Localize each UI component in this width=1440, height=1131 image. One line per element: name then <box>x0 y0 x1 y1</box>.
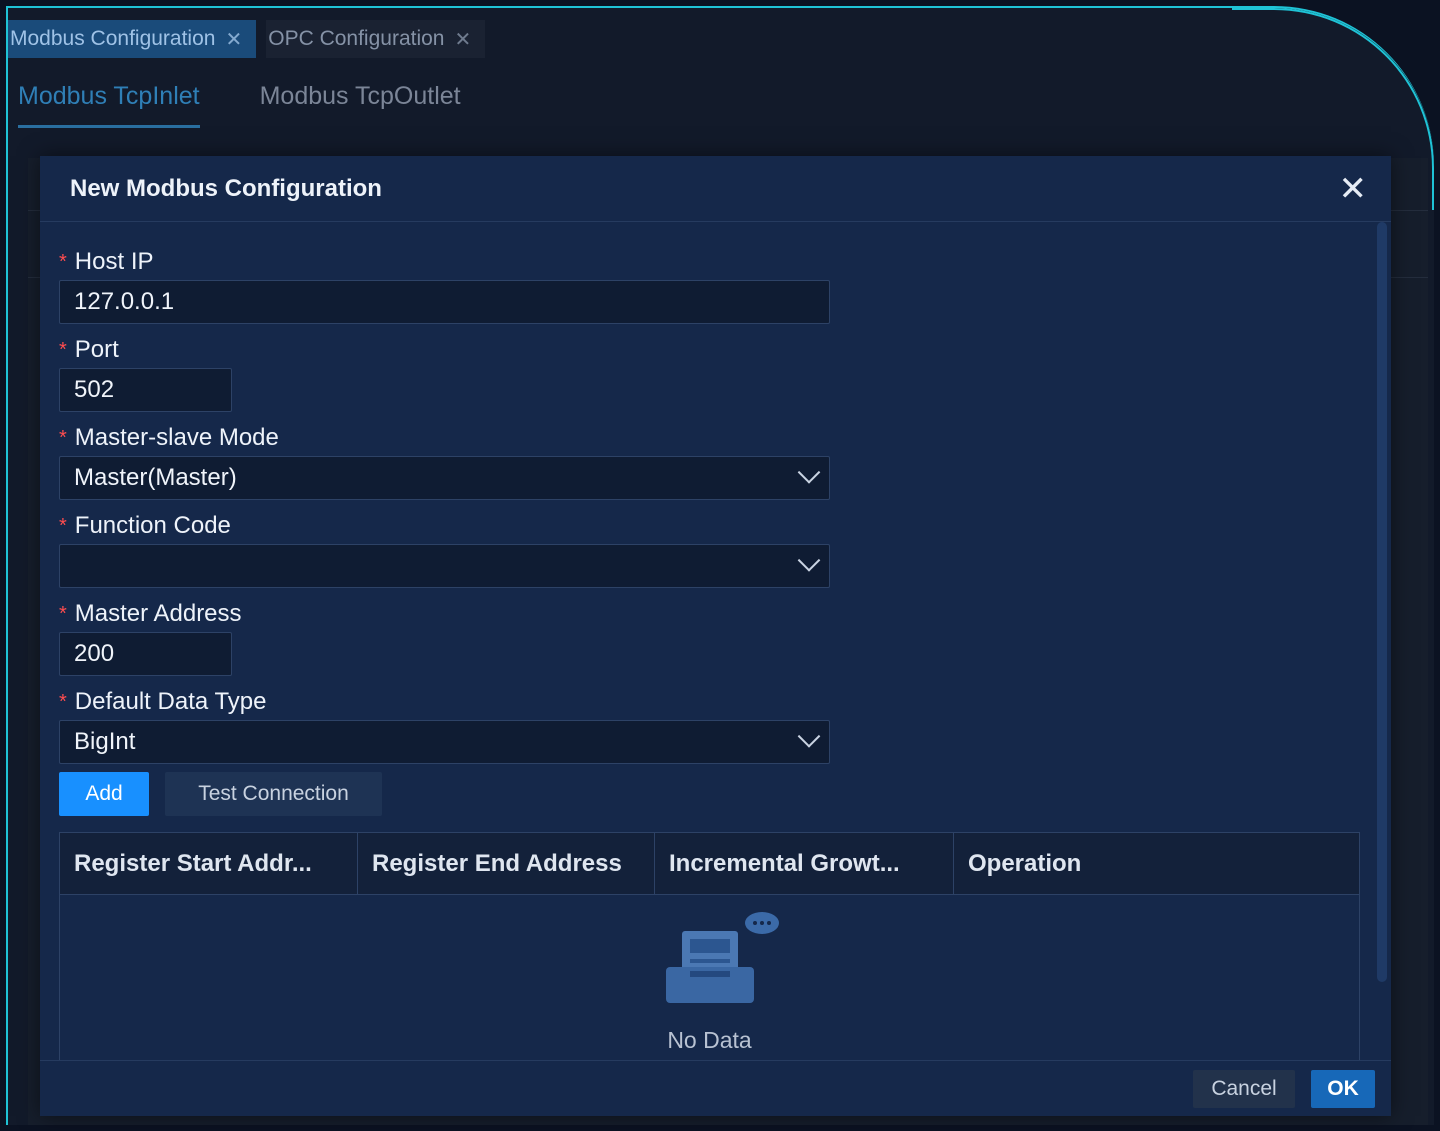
label-text: Master Address <box>74 600 242 627</box>
function-code-label: * Function Code <box>59 508 1361 544</box>
mode-label: * Master-slave Mode <box>59 420 1361 456</box>
port-label: * Port <box>59 332 1361 368</box>
host-ip-input[interactable]: 127.0.0.1 <box>59 280 830 324</box>
scrollbar[interactable] <box>1377 222 1387 982</box>
select-value: Master(Master) <box>74 464 237 491</box>
modal-title: New Modbus Configuration <box>70 174 382 202</box>
page-tab-bar: Modbus Configuration ✕ OPC Configuration… <box>8 20 486 60</box>
tab-tcp-inlet[interactable]: Modbus TcpInlet <box>18 82 200 128</box>
port-input[interactable]: 502 <box>59 368 232 412</box>
tab-label: Modbus Configuration <box>10 27 216 50</box>
empty-box-icon <box>666 912 779 1003</box>
data-type-label: * Default Data Type <box>59 684 1361 720</box>
ok-button[interactable]: OK <box>1311 1069 1375 1108</box>
select-value: BigInt <box>74 728 136 755</box>
label-text: Master-slave Mode <box>74 424 279 451</box>
label-text: Default Data Type <box>74 688 267 715</box>
tab-tcp-outlet[interactable]: Modbus TcpOutlet <box>260 82 461 128</box>
input-value: 127.0.0.1 <box>74 288 175 315</box>
column-header: Register Start Addr... <box>60 833 358 894</box>
required-mark: * <box>59 250 67 273</box>
input-value: 200 <box>74 640 115 667</box>
input-value: 502 <box>74 376 115 403</box>
label-text: Function Code <box>74 512 231 539</box>
function-code-select[interactable] <box>59 544 830 588</box>
mode-select[interactable]: Master(Master) <box>59 456 830 500</box>
chevron-down-icon <box>797 725 821 748</box>
tab-opc-configuration[interactable]: OPC Configuration ✕ <box>266 20 486 58</box>
master-address-input[interactable]: 200 <box>59 632 232 676</box>
test-connection-button[interactable]: Test Connection <box>165 772 382 816</box>
required-mark: * <box>59 514 67 537</box>
modal-header: New Modbus Configuration ✕ <box>40 156 1391 222</box>
label-text: Host IP <box>74 248 154 275</box>
modal-footer: Cancel OK <box>40 1060 1391 1116</box>
sub-tab-bar: Modbus TcpInlet Modbus TcpOutlet <box>18 82 461 128</box>
x-icon[interactable]: ✕ <box>225 27 242 52</box>
x-icon[interactable]: ✕ <box>455 27 472 52</box>
required-mark: * <box>59 426 67 449</box>
host-ip-label: * Host IP <box>59 244 1361 280</box>
modal-body: * Host IP 127.0.0.1 * Port 502 * Master-sla… <box>40 222 1391 1060</box>
empty-text: No Data <box>667 1027 752 1053</box>
table-header: Register Start Addr... Register End Addr… <box>60 833 1359 895</box>
tab-label: OPC Configuration <box>268 27 445 50</box>
required-mark: * <box>59 690 67 713</box>
required-mark: * <box>59 602 67 625</box>
add-button[interactable]: Add <box>59 772 149 816</box>
master-address-label: * Master Address <box>59 596 1361 632</box>
table-body: No Data <box>60 895 1359 1060</box>
required-mark: * <box>59 338 67 361</box>
tab-modbus-configuration[interactable]: Modbus Configuration ✕ <box>8 20 257 58</box>
register-table: Register Start Addr... Register End Addr… <box>59 832 1360 1060</box>
data-type-select[interactable]: BigInt <box>59 720 830 764</box>
column-header: Register End Address <box>358 833 655 894</box>
chevron-down-icon <box>797 549 821 572</box>
column-header: Incremental Growt... <box>655 833 954 894</box>
column-header: Operation <box>968 849 1082 877</box>
close-icon[interactable]: ✕ <box>1339 172 1368 206</box>
label-text: Port <box>74 336 119 363</box>
new-modbus-config-modal: New Modbus Configuration ✕ * Host IP 127.… <box>40 156 1391 1116</box>
cancel-button[interactable]: Cancel <box>1193 1069 1295 1108</box>
action-buttons: Add Test Connection <box>59 772 1361 816</box>
chevron-down-icon <box>797 461 821 484</box>
